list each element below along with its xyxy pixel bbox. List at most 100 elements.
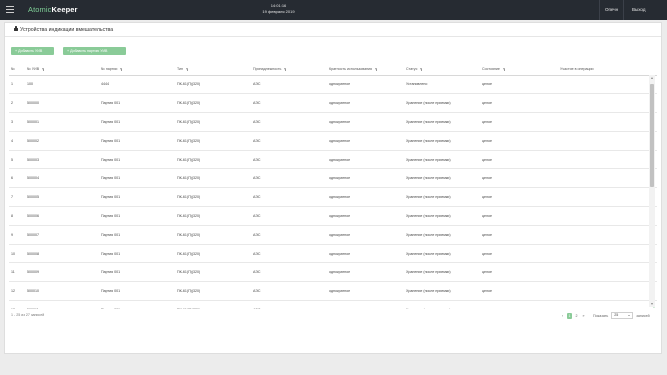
page-prev-icon[interactable]: ‹	[560, 313, 565, 319]
table-cell: целое	[482, 244, 560, 264]
column-header[interactable]: №	[9, 63, 27, 76]
table-row[interactable]: 12 500010 Партия 001 ПК-61(П)(320) АЭС однокр…	[9, 281, 657, 302]
table-cell: 100	[27, 75, 101, 95]
table-cell: целое	[482, 262, 560, 283]
table-row[interactable]: 8 500006 Партия 001 ПК-61(П)(320) АЭС однокра…	[9, 206, 657, 226]
table-cell: Партия 001	[101, 168, 177, 189]
table-cell: Хранение (после приемки)	[406, 131, 482, 151]
column-header[interactable]: Участие в операции	[560, 63, 657, 76]
table-cell: Партия 001	[101, 206, 177, 226]
table-cell: однократное	[329, 168, 406, 189]
table-cell: однократное	[329, 150, 406, 170]
table-cell: АЭС	[253, 168, 329, 189]
page-2-button[interactable]: 2	[574, 313, 579, 319]
scroll-up-icon[interactable]	[650, 77, 653, 79]
column-header[interactable]: Кратность использования	[329, 63, 406, 76]
column-header-label: Кратность использования	[329, 66, 373, 71]
table-cell: 5	[9, 150, 27, 170]
table-row[interactable]: 3 500001 Партия 001 ПК-61(П)(320) АЭС однокра…	[9, 112, 657, 132]
table-cell: ПК-61(П)(320)	[177, 300, 253, 309]
table-cell: однократное	[329, 300, 406, 309]
per-page-select[interactable]: 25	[611, 312, 634, 319]
column-header[interactable]: Тип	[177, 63, 253, 76]
filter-icon[interactable]	[375, 67, 378, 72]
table-cell: АЭС	[253, 187, 329, 208]
records-count: 1 - 25 из 27 записей	[11, 313, 45, 317]
table-header-row: № № УИВ № партии Тип Принадлежность Кратность…	[9, 63, 657, 76]
table-row[interactable]: 6 500004 Партия 001 ПК-61(П)(320) АЭС однокра…	[9, 168, 657, 189]
table-cell: АЭС	[253, 225, 329, 245]
table-cell: 4	[9, 131, 27, 151]
filter-icon[interactable]	[420, 67, 423, 72]
table-row[interactable]: 10 500008 Партия 001 ПК-61(П)(320) АЭС однокр…	[9, 244, 657, 264]
filter-icon[interactable]	[502, 67, 505, 72]
lock-icon	[14, 26, 18, 31]
table-cell: 500003	[27, 150, 101, 170]
table-row[interactable]: 9 500007 Партия 001 ПК-61(П)(320) АЭС однокра…	[9, 225, 657, 245]
page-next-button[interactable]: »	[581, 313, 586, 319]
page-1-button[interactable]: 1	[567, 312, 572, 319]
filter-icon[interactable]	[284, 67, 287, 72]
table-cell: ПК-61(П)(320)	[177, 187, 253, 208]
table-cell: 500011	[27, 300, 101, 309]
table-cell: однократное	[329, 93, 406, 114]
table-cell: Хранение (после приемки)	[406, 168, 482, 189]
column-header[interactable]: № партии	[101, 63, 177, 76]
table-cell: Партия 001	[101, 112, 177, 132]
table-row[interactable]: 4 500002 Партия 001 ПК-61(П)(320) АЭС однокра…	[9, 131, 657, 151]
table-cell: однократное	[329, 244, 406, 264]
row-actions: ✎⇄✕	[560, 206, 657, 226]
table-row[interactable]: 2 500000 Партия 001 ПК-61(П)(320) АЭС однокра…	[9, 93, 657, 114]
table-cell: ПК-61(П)(320)	[177, 150, 253, 170]
table-cell: Партия 001	[101, 187, 177, 208]
table-cell: Партия 001	[101, 150, 177, 170]
table-cell: Хранение (после приемки)	[406, 93, 482, 114]
table-cell: АЭС	[253, 93, 329, 114]
table-row[interactable]: 7 500005 Партия 001 ПК-61(П)(320) АЭС однокра…	[9, 187, 657, 208]
table-cell: 1	[9, 75, 27, 95]
table-cell: 500007	[27, 225, 101, 245]
panel-header: Устройства индикации вмешательства	[5, 23, 661, 37]
column-header[interactable]: Состояние	[482, 63, 560, 76]
table-cell: однократное	[329, 131, 406, 151]
top-nav: Опечн Выход	[599, 0, 667, 20]
add-device-button[interactable]: + Добавить УИВ	[11, 47, 54, 55]
table-cell: ПК-61(П)(320)	[177, 93, 253, 114]
table-cell: 500009	[27, 262, 101, 283]
table-cell: АЭС	[253, 300, 329, 309]
nav-item-1[interactable]: Опечн	[599, 0, 623, 20]
filter-icon[interactable]	[186, 67, 188, 72]
table-cell: целое	[482, 168, 560, 189]
table-cell: Партия 001	[101, 244, 177, 264]
table-cell: однократное	[329, 225, 406, 245]
table-row[interactable]: 13500011Партия 001ПК-61(П)(320)АЭСоднокр…	[9, 300, 657, 309]
table-cell: 4444	[101, 75, 177, 95]
filter-icon[interactable]	[120, 67, 123, 72]
table-cell: 500001	[27, 112, 101, 132]
table-row[interactable]: 5 500003 Партия 001 ПК-61(П)(320) АЭС однокра…	[9, 150, 657, 170]
table-cell: ПК-61(П)(320)	[177, 244, 253, 264]
column-header-label: Принадлежность	[253, 66, 282, 71]
table-cell: однократное	[329, 281, 406, 302]
table-cell: 500002	[27, 131, 101, 151]
table-cell: 10	[9, 244, 27, 264]
scroll-thumb[interactable]	[650, 84, 654, 187]
table-cell: Установлено	[406, 75, 482, 95]
filter-icon[interactable]	[42, 67, 45, 72]
table-cell: Хранение (после приемки)	[406, 187, 482, 208]
logout-button[interactable]: Выход	[623, 0, 667, 20]
add-batch-button[interactable]: + Добавить партию УИВ	[63, 47, 126, 55]
column-header[interactable]: № УИВ	[27, 63, 101, 76]
table-cell: Хранение (после приемки)	[406, 281, 482, 302]
table-scrollbar[interactable]	[649, 75, 655, 307]
column-header-label: Статус	[406, 66, 418, 71]
table-cell: ПК-61(П)(320)	[177, 131, 253, 151]
table-cell: однократное	[329, 112, 406, 132]
table-row[interactable]: 11 500009 Партия 001 ПК-61(П)(320) АЭС однокр…	[9, 262, 657, 283]
column-header[interactable]: Принадлежность	[253, 63, 329, 76]
table-row[interactable]: 1 100 4444 ПК-61(П)(320) АЭС однократное Устан…	[9, 75, 657, 95]
scroll-down-icon[interactable]	[650, 303, 653, 305]
pagination: ‹ 1 2 » Показать 25 записей	[560, 312, 650, 319]
column-header[interactable]: Статус	[406, 63, 482, 76]
row-actions: ✎⇄✕	[560, 131, 657, 151]
